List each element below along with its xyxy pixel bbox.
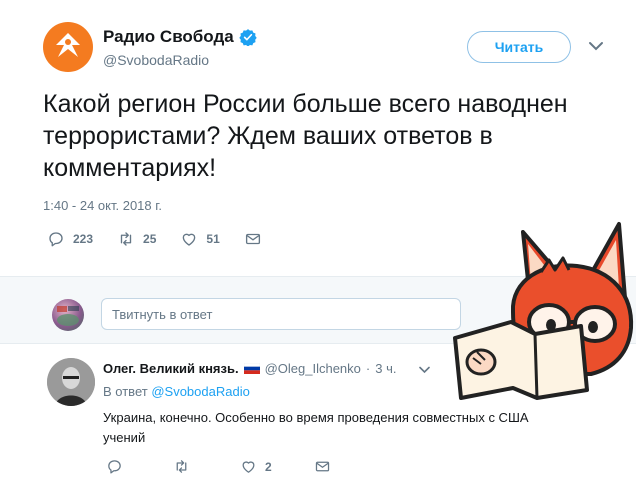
reply-header: Олег. Великий князь. @Oleg_Ilchenko · 3 …	[103, 361, 396, 376]
reply-author-photo-icon	[47, 358, 95, 406]
reply-author-name[interactable]: Олег. Великий князь.	[103, 361, 239, 376]
retweet-count: 25	[143, 232, 157, 246]
reply-text: Украина, конечно. Особенно во время пров…	[103, 410, 529, 445]
replying-to: В ответ @SvobodaRadio	[103, 384, 250, 399]
author-handle[interactable]: @SvobodaRadio	[103, 52, 209, 68]
reply-author-avatar[interactable]	[47, 358, 95, 406]
tweet-text: Какой регион России больше всего наводне…	[43, 90, 568, 182]
replying-to-prefix: В ответ	[103, 384, 148, 399]
retweet-icon	[176, 460, 187, 473]
envelope-icon	[315, 461, 329, 472]
author-display-name[interactable]: Радио Свобода	[103, 27, 234, 47]
retweet-button[interactable]: 25	[117, 230, 156, 248]
chevron-down-icon[interactable]	[588, 40, 604, 52]
reply-like-count: 2	[265, 459, 272, 474]
russia-flag-icon	[243, 363, 260, 374]
direct-message-button[interactable]	[244, 230, 262, 248]
tweet-actions: 223 25 51	[47, 230, 286, 248]
reply-input[interactable]	[101, 298, 461, 330]
reply-time[interactable]: 3 ч.	[375, 361, 396, 376]
heart-icon	[242, 461, 255, 473]
reply-count: 223	[73, 232, 94, 246]
verified-badge-icon	[239, 29, 257, 46]
follow-button[interactable]: Читать	[467, 31, 571, 63]
like-count: 51	[206, 232, 220, 246]
heart-icon	[183, 233, 196, 246]
author-name-row: Радио Свобода	[103, 27, 257, 47]
current-user-avatar[interactable]	[52, 299, 84, 331]
chevron-down-icon[interactable]	[419, 366, 430, 374]
fox-reading-sticker-icon	[453, 222, 634, 400]
retweet-icon	[120, 232, 132, 246]
replying-to-mention[interactable]: @SvobodaRadio	[151, 384, 249, 399]
user-avatar-image-icon	[57, 306, 79, 326]
envelope-icon	[245, 233, 260, 245]
reply-actions: 2	[106, 458, 373, 475]
like-button[interactable]: 51	[180, 230, 220, 248]
reply-author-handle[interactable]: @Oleg_Ilchenko	[265, 361, 361, 376]
reply-retweet-button[interactable]	[173, 458, 198, 475]
tweet-timestamp[interactable]: 1:40 - 24 окт. 2018 г.	[43, 198, 162, 213]
reply-dm-button[interactable]	[314, 458, 331, 475]
author-avatar[interactable]	[43, 22, 93, 72]
reply-like-button[interactable]: 2	[240, 458, 272, 475]
reply-reply-button[interactable]	[106, 458, 131, 475]
reply-separator: ·	[365, 361, 371, 376]
reply-button[interactable]: 223	[47, 230, 93, 248]
reply-icon	[108, 460, 121, 474]
radio-svoboda-logo-icon	[56, 33, 80, 57]
reply-icon	[49, 232, 63, 247]
